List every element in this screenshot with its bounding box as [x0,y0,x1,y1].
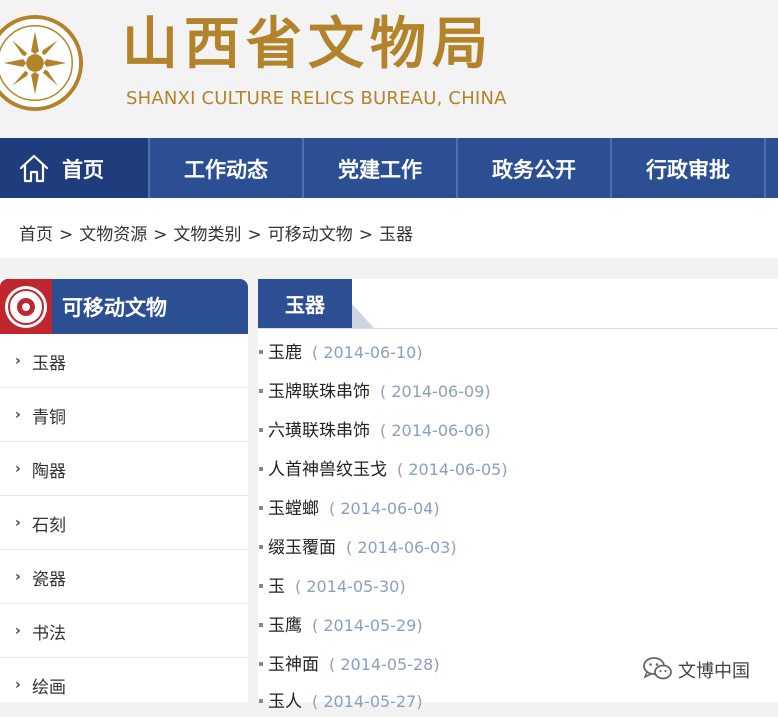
list-item-title: 玉牌联珠串饰 [268,382,370,402]
breadcrumb-separator: > [247,225,262,245]
breadcrumb-separator: > [358,225,373,245]
nav-item-government-affairs[interactable]: 政务公开 [458,138,612,198]
home-icon [19,154,49,183]
cultural-heritage-logo-icon [0,14,84,112]
chevron-right-icon: › [15,569,21,585]
sidebar-item-label: 绘画 [32,678,66,698]
nav-item-work-news[interactable]: 工作动态 [150,138,304,198]
bullet-icon [259,545,263,549]
sidebar-title: 可移动文物 [62,296,167,320]
seal-icon [5,286,47,328]
tab-jade[interactable]: 玉器 [258,279,352,328]
watermark-text: 文博中国 [678,661,750,682]
sidebar-item-label: 青铜 [32,408,66,428]
site-header: 山西省文物局 SHANXI CULTURE RELICS BUREAU, CHI… [0,0,778,138]
main-nav: 首页 工作动态 党建工作 政务公开 行政审批 [0,138,778,204]
list-item-title: 玉神面 [268,655,319,675]
sidebar-item-label: 玉器 [32,354,66,374]
breadcrumb: 首页 > 文物资源 > 文物类别 > 可移动文物 > 玉器 [19,220,413,245]
chevron-right-icon: › [15,677,21,693]
list-item-title: 玉 [268,577,285,597]
list-item-date: ( 2014-05-28) [329,655,440,674]
sidebar-item-bronze[interactable]: › 青铜 [0,388,248,442]
tab-corner-decoration [352,304,374,328]
list-item-title: 缀玉覆面 [268,538,336,558]
list-item-date: ( 2014-06-04) [329,499,440,518]
list-item-date: ( 2014-06-09) [380,382,491,401]
nav-item-administrative-approval[interactable]: 行政审批 [612,138,766,198]
sidebar-item-label: 书法 [32,624,66,644]
nav-item-home[interactable]: 首页 [0,138,150,198]
bullet-icon [259,506,263,510]
bullet-icon [259,428,263,432]
sidebar-item-label: 瓷器 [32,570,66,590]
main-content: 玉器 玉鹿 ( 2014-06-10) 玉牌联珠串饰 ( 2014-06-09) 六… [258,279,778,712]
sidebar-item-pottery[interactable]: › 陶器 [0,442,248,496]
list-item-title: 玉鹿 [268,343,302,363]
list-item-title: 玉螳螂 [268,499,319,519]
list-item-title: 玉鹰 [268,616,302,636]
sidebar-item-stone-carving[interactable]: › 石刻 [0,496,248,550]
breadcrumb-bar: 首页 > 文物资源 > 文物类别 > 可移动文物 > 玉器 [0,204,778,258]
list-item-title: 六璜联珠串饰 [268,421,370,441]
sidebar-item-jade[interactable]: › 玉器 [0,334,248,388]
list-item-title: 玉人 [268,692,302,712]
sidebar-item-label: 石刻 [32,516,66,536]
list-item-date: ( 2014-06-03) [346,538,457,557]
chevron-right-icon: › [15,407,21,423]
sidebar-item-painting[interactable]: › 绘画 [0,658,248,712]
breadcrumb-cultural-resources[interactable]: 文物资源 [79,225,147,245]
chevron-right-icon: › [15,461,21,477]
bullet-icon [259,662,263,666]
sidebar-badge [0,279,52,334]
bullet-icon [259,389,263,393]
list-item-date: ( 2014-06-06) [380,421,491,440]
bullet-icon [259,350,263,354]
bullet-icon [259,623,263,627]
list-item-date: ( 2014-05-30) [295,577,406,596]
breadcrumb-movable-relics[interactable]: 可移动文物 [268,225,353,245]
breadcrumb-home[interactable]: 首页 [19,225,53,245]
site-title: 山西省文物局 [122,11,494,77]
sidebar-item-label: 陶器 [32,462,66,482]
breadcrumb-separator: > [59,225,74,245]
list-item-title: 人首神兽纹玉戈 [268,460,387,480]
breadcrumb-relic-categories[interactable]: 文物类别 [174,225,242,245]
list-item-date: ( 2014-06-05) [397,460,508,479]
bullet-icon [259,584,263,588]
chevron-right-icon: › [15,623,21,639]
bullet-icon [259,467,263,471]
list-item-date: ( 2014-06-10) [312,343,423,362]
site-subtitle: SHANXI CULTURE RELICS BUREAU, CHINA [126,88,507,109]
nav-home-label: 首页 [62,158,104,182]
sidebar-item-porcelain[interactable]: › 瓷器 [0,550,248,604]
list-item-date: ( 2014-05-29) [312,616,423,635]
sidebar-header: 可移动文物 [0,279,248,334]
sidebar: 可移动文物 › 玉器 › 青铜 › 陶器 › 石刻 › 瓷器 › 书法 › 绘画 [0,279,248,702]
breadcrumb-separator: > [153,225,168,245]
bullet-icon [259,699,263,703]
wechat-icon [643,657,672,680]
chevron-right-icon: › [15,515,21,531]
chevron-right-icon: › [15,353,21,369]
nav-bar: 首页 工作动态 党建工作 政务公开 行政审批 [0,138,778,198]
nav-item-party-building[interactable]: 党建工作 [304,138,458,198]
tab-divider [258,328,778,329]
breadcrumb-jade[interactable]: 玉器 [379,225,413,245]
sidebar-item-calligraphy[interactable]: › 书法 [0,604,248,658]
